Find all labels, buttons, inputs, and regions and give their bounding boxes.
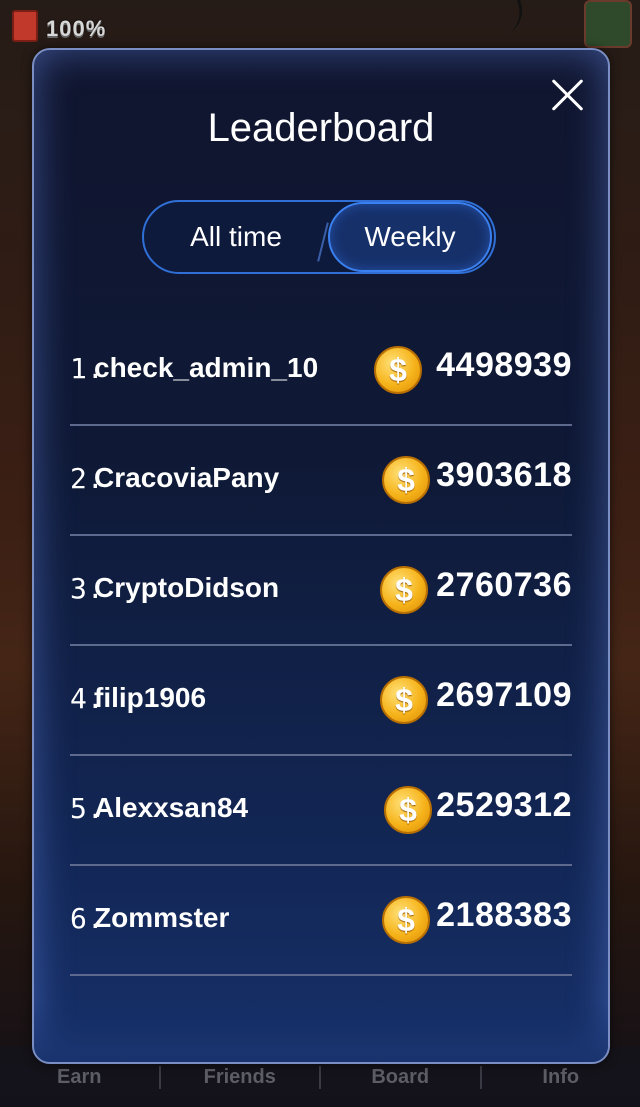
player-score: 3903618 — [436, 456, 572, 494]
coin-icon: $ — [384, 786, 432, 834]
coin-icon: $ — [374, 346, 422, 394]
player-name: check_admin_10 — [94, 352, 319, 383]
coin-icon: $ — [382, 456, 430, 504]
tab-weekly[interactable]: Weekly — [328, 202, 492, 272]
nav-friends[interactable]: Friends — [161, 1065, 321, 1089]
leaderboard-row[interactable]: 6. Zommster $ 2188383 — [70, 866, 572, 976]
nav-info[interactable]: Info — [482, 1066, 640, 1089]
leaderboard-row[interactable]: 1. check_admin_10 $ 4498939 — [70, 316, 572, 426]
leaderboard-row[interactable]: 3. CryptoDidson $ 2760736 — [70, 536, 572, 646]
nav-earn[interactable]: Earn — [0, 1065, 161, 1089]
leaderboard-row[interactable]: 4. filip1906 $ 2697109 — [70, 646, 572, 756]
player-score: 4498939 — [436, 346, 572, 384]
map-button[interactable] — [584, 0, 632, 48]
player-name: Alexxsan84 — [94, 792, 249, 823]
leaderboard-list: 1. check_admin_10 $ 4498939 2. CracoviaP… — [70, 316, 572, 1016]
modal-title: Leaderboard — [207, 106, 435, 150]
leaderboard-row[interactable]: 5. Alexxsan84 $ 2529312 — [70, 756, 572, 866]
period-tabs: All time Weekly — [142, 200, 496, 274]
nav-board[interactable]: Board — [321, 1065, 482, 1089]
coin-icon: $ — [380, 566, 428, 614]
player-name: filip1906 — [94, 682, 207, 713]
player-score: 2188383 — [436, 896, 572, 934]
cord-decoration — [493, 0, 530, 36]
tab-all-time[interactable]: All time — [144, 202, 328, 272]
list-fade — [34, 1002, 608, 1062]
coin-icon: $ — [380, 676, 428, 724]
battery-icon — [12, 10, 38, 42]
player-name: CracoviaPany — [94, 462, 280, 493]
leaderboard-modal: Leaderboard All time Weekly 1. check_adm… — [32, 48, 610, 1064]
player-score: 2529312 — [436, 786, 572, 824]
status-bar: 100% — [0, 0, 640, 48]
leaderboard-row[interactable]: 2. CracoviaPany $ 3903618 — [70, 426, 572, 536]
player-score: 2760736 — [436, 566, 572, 604]
player-score: 2697109 — [436, 676, 572, 714]
coin-icon: $ — [382, 896, 430, 944]
battery-percentage: 100% — [46, 16, 107, 41]
player-name: CryptoDidson — [94, 572, 280, 603]
player-name: Zommster — [94, 902, 230, 933]
